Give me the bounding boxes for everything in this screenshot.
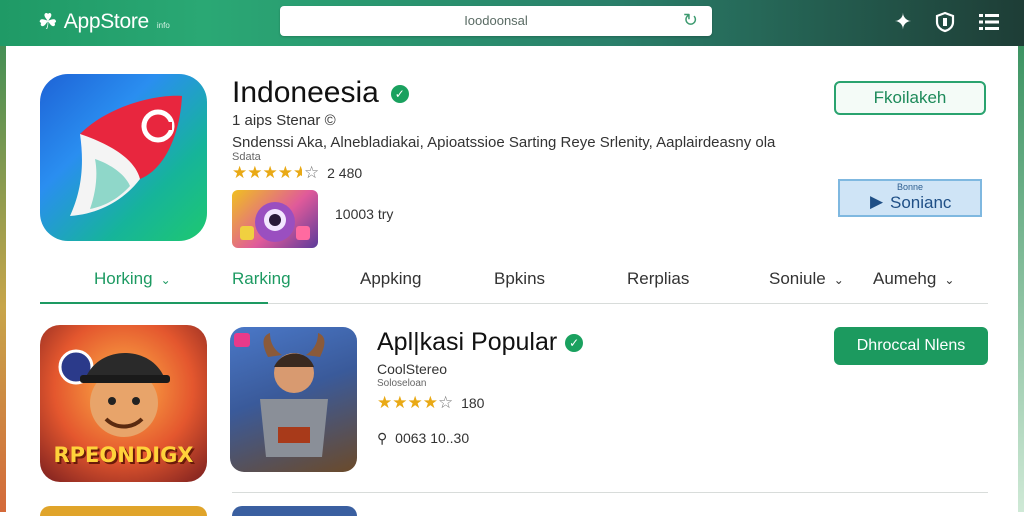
app-description: Sndenssi Aka, Alnebladiakai, Apioatssioe… [232, 134, 776, 151]
menu-icon-graphic [979, 14, 999, 30]
rating-stars-icon: ★★★★☆ [377, 393, 454, 412]
chevron-down-icon: ⌄ [160, 273, 171, 287]
active-tab-indicator [40, 302, 268, 304]
list-item-downloads: ⚲ 0063 10..30 [377, 430, 469, 447]
app-screenshot-thumbnail[interactable] [232, 190, 318, 248]
store-icon: ☘ [38, 9, 58, 34]
list-item-rating: ★★★★☆ 180 [377, 393, 484, 413]
tab-label: Rarking [232, 269, 291, 288]
preview-button-label: Sonianc [890, 193, 952, 212]
tab-rarking[interactable]: Rarking [232, 269, 291, 289]
app-category: Sdata [232, 151, 261, 163]
tab-divider [268, 303, 988, 304]
warrior-graphic [234, 333, 328, 457]
tab-rerplias[interactable]: Rerplias [627, 269, 689, 289]
brand-name: AppStore [63, 10, 149, 33]
verified-icon: ✓ [390, 85, 409, 104]
app-title: Indoneesia ✓ [232, 76, 409, 110]
preview-button[interactable]: Bonne ▶ Sonianc [838, 179, 982, 217]
tab-label: Aumehg [873, 269, 937, 288]
star-badge-icon[interactable]: ✦ [890, 9, 916, 35]
tab-label: Bpkins [494, 269, 546, 288]
list-item-developer[interactable]: CoolStereo [377, 361, 447, 377]
next-item-thumbnail-left[interactable] [40, 506, 207, 516]
list-item-downloads-text: 0063 10..30 [395, 430, 470, 446]
tab-appking[interactable]: Appking [360, 269, 421, 289]
search-value: Ioodoonsal [464, 13, 528, 28]
shield-icon-graphic [935, 11, 955, 33]
app-downloads: 10003 try [335, 206, 394, 222]
list-item-title-text: Apl|kasi Popular [377, 328, 558, 356]
app-developer[interactable]: 1 aips Stenar © [232, 112, 336, 129]
tab-aumehg[interactable]: Aumehg ⌄ [873, 269, 954, 289]
tab-bpkins[interactable]: Bpkins [494, 269, 545, 289]
preview-button-caption: Bonne [896, 182, 924, 192]
next-item-thumbnail-right[interactable] [232, 506, 357, 516]
chevron-down-icon: ⌄ [944, 273, 955, 287]
menu-icon[interactable] [976, 9, 1002, 35]
tab-label: Appking [360, 269, 422, 288]
list-divider [232, 492, 988, 493]
chevron-down-icon: ⌄ [833, 273, 844, 287]
monster-graphic [240, 202, 310, 242]
app-logo-graphic [70, 95, 182, 216]
app-title-text: Indoneesia [232, 76, 379, 109]
play-icon: ▶ [870, 192, 884, 211]
game-thumbnail-right[interactable] [230, 327, 357, 472]
tab-label: Rerplias [627, 269, 690, 288]
rating-stars-icon: ★★★★★☆ [232, 163, 320, 182]
download-icon: ⚲ [377, 430, 388, 446]
brand-sub: info [156, 20, 170, 30]
tab-label: Soniule [769, 269, 826, 288]
tab-label: Horking [94, 269, 153, 288]
tab-soniule[interactable]: Soniule ⌄ [769, 269, 844, 289]
verified-icon: ✓ [565, 334, 584, 353]
app-rating-count: 2 480 [327, 165, 363, 181]
app-developer-name: 1 aips Stenar [232, 112, 321, 129]
tab-horking[interactable]: Horking ⌄ [94, 269, 171, 289]
app-icon[interactable] [40, 74, 207, 241]
top-bar: ☘ AppStore info Ioodoonsal ↻ ✦ [0, 0, 1024, 46]
copyright-icon: © [324, 112, 336, 129]
brand[interactable]: ☘ AppStore info [38, 8, 170, 36]
list-item-title: Apl|kasi Popular ✓ [377, 328, 584, 357]
list-item-rating-count: 180 [461, 395, 485, 411]
install-button[interactable]: Fkoilakeh [834, 81, 986, 115]
refresh-icon[interactable]: ↻ [683, 10, 698, 31]
app-rating: ★★★★★☆ 2 480 [232, 163, 362, 183]
frame-edge-left [0, 0, 6, 512]
game-thumbnail-left[interactable]: RPEONDIGX [40, 325, 207, 482]
frame-edge-right [1018, 0, 1024, 512]
list-item-action-button[interactable]: Dhroccal Nlens [834, 327, 988, 365]
shield-icon[interactable] [932, 9, 958, 35]
search-input[interactable]: Ioodoonsal ↻ [280, 6, 712, 36]
game-thumbnail-text: RPEONDIGX [53, 443, 194, 467]
list-item-category: Soloseloan [377, 378, 427, 389]
